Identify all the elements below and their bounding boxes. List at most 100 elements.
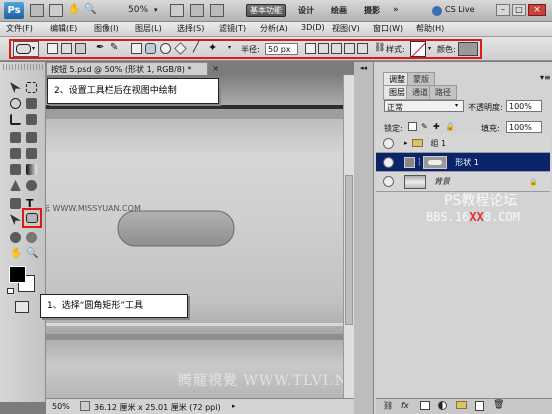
lasso-tool-icon[interactable]: [10, 98, 21, 109]
cs-live-icon[interactable]: [432, 6, 442, 16]
mini-bridge-icon[interactable]: [49, 4, 63, 17]
quick-select-tool-icon[interactable]: [26, 98, 37, 109]
preset-dropdown-icon[interactable]: ▾: [32, 45, 35, 52]
canvas[interactable]: 思缘设计论坛 WWW.MISSYUAN.COM 腾龍視覺 WWW.TLVI.NE…: [46, 75, 343, 398]
eyedropper-tool-icon[interactable]: [26, 114, 37, 125]
line-shape-icon[interactable]: ╱: [193, 42, 199, 53]
add-to-shape-icon[interactable]: [318, 43, 329, 54]
fill-pixels-icon[interactable]: [75, 43, 86, 54]
status-nav-icon[interactable]: [80, 401, 90, 411]
rounded-rectangle-shape-icon[interactable]: [145, 43, 156, 54]
expand-arrow-icon[interactable]: ▸: [404, 139, 408, 147]
exclude-shape-icon[interactable]: [357, 43, 368, 54]
link-icon[interactable]: ⛓: [374, 43, 385, 53]
fx-icon[interactable]: fx: [401, 401, 409, 410]
brush-tool-icon[interactable]: [26, 132, 37, 143]
workspace-essentials[interactable]: 基本功能: [246, 4, 286, 17]
menu-filter[interactable]: 滤镜(T): [219, 23, 246, 34]
geometry-options-icon[interactable]: ▾: [228, 44, 231, 51]
scrollbar-thumb[interactable]: [345, 175, 353, 325]
bridge-icon[interactable]: [30, 4, 44, 17]
visibility-eye-icon[interactable]: [383, 137, 394, 149]
zoom-dropdown-icon[interactable]: ▾: [154, 6, 158, 14]
vertical-scrollbar[interactable]: [343, 75, 354, 398]
rectangle-shape-icon[interactable]: [131, 43, 142, 54]
history-brush-tool-icon[interactable]: [26, 148, 37, 159]
color-swatch[interactable]: [458, 42, 478, 56]
hand-tool-icon[interactable]: ✋: [10, 248, 22, 259]
zoom-icon[interactable]: 🔍: [84, 4, 96, 17]
zoom-level[interactable]: 50%: [128, 5, 148, 15]
more-workspaces-icon[interactable]: »: [393, 5, 399, 15]
marquee-tool-icon[interactable]: [26, 82, 37, 93]
screen-mode-icon[interactable]: [210, 4, 224, 17]
menu-layer[interactable]: 图层(L): [135, 23, 162, 34]
dodge-tool-icon[interactable]: [26, 180, 37, 191]
workspace-design[interactable]: 设计: [298, 5, 314, 16]
subtract-shape-icon[interactable]: [331, 43, 342, 54]
healing-brush-tool-icon[interactable]: [10, 132, 21, 143]
hand-icon[interactable]: ✋: [68, 4, 80, 17]
clone-stamp-tool-icon[interactable]: [10, 148, 21, 159]
quick-mask-icon[interactable]: [15, 301, 29, 313]
crop-tool-icon[interactable]: [10, 114, 21, 125]
delete-layer-icon[interactable]: 🗑: [493, 400, 504, 410]
fill-input[interactable]: 100%: [506, 121, 542, 133]
maximize-button[interactable]: □: [512, 4, 526, 16]
opacity-input[interactable]: 100%: [506, 100, 542, 112]
minimize-button[interactable]: –: [496, 4, 510, 16]
menu-analysis[interactable]: 分析(A): [260, 23, 288, 34]
new-layer-icon[interactable]: [475, 401, 484, 411]
cs-live-label[interactable]: CS Live: [445, 5, 475, 14]
layer-row-shape[interactable]: ┆ 形状 1: [376, 153, 550, 172]
menu-help[interactable]: 帮助(H): [416, 23, 444, 34]
shape-layers-icon[interactable]: [47, 43, 58, 54]
zoom-tool-icon[interactable]: 🔍: [26, 248, 38, 259]
new-shape-layer-icon[interactable]: [305, 43, 316, 54]
style-swatch[interactable]: [410, 41, 426, 57]
visibility-eye-icon[interactable]: [383, 156, 394, 168]
lock-all-icon[interactable]: 🔒: [445, 122, 455, 131]
new-group-icon[interactable]: [456, 401, 467, 409]
visibility-eye-icon[interactable]: [383, 176, 394, 187]
document-tab[interactable]: 按钮 5.psd @ 50% (形状 1, RGB/8) * ×: [46, 62, 219, 75]
3d-orbit-tool-icon[interactable]: [26, 232, 37, 243]
menu-window[interactable]: 窗口(W): [373, 23, 403, 34]
pen-tool-icon[interactable]: ✒: [96, 42, 104, 53]
menu-image[interactable]: 图像(I): [94, 23, 119, 34]
menu-file[interactable]: 文件(F): [6, 23, 33, 34]
menu-3d[interactable]: 3D(D): [301, 23, 325, 32]
layer-row-background[interactable]: 背景 🔒: [376, 172, 550, 192]
intersect-shape-icon[interactable]: [344, 43, 355, 54]
menu-edit[interactable]: 编辑(E): [50, 23, 77, 34]
status-zoom[interactable]: 50%: [52, 402, 70, 411]
toolbox-grip[interactable]: [3, 64, 43, 70]
panel-menu-icon[interactable]: ▾≡: [540, 73, 551, 82]
lock-image-icon[interactable]: ✎: [421, 122, 428, 131]
3d-rotate-tool-icon[interactable]: [10, 232, 21, 243]
lock-transparent-icon[interactable]: [408, 122, 417, 131]
blend-mode-select[interactable]: 正常: [384, 100, 464, 112]
default-colors-icon[interactable]: [7, 288, 14, 294]
radius-input[interactable]: 50 px: [265, 43, 298, 55]
menu-select[interactable]: 选择(S): [177, 23, 204, 34]
tab-paths[interactable]: 路径: [429, 85, 457, 100]
panel-collapse-icon[interactable]: ◂◂: [360, 64, 367, 72]
workspace-painting[interactable]: 绘画: [331, 5, 347, 16]
frame-icon[interactable]: [170, 4, 184, 17]
add-mask-icon[interactable]: [420, 401, 430, 410]
tab-close-icon[interactable]: ×: [212, 64, 219, 73]
status-menu-icon[interactable]: ▸: [232, 402, 236, 410]
workspace-photography[interactable]: 摄影: [364, 5, 380, 16]
pen-tool-icon-box[interactable]: [10, 198, 21, 209]
link-layers-icon[interactable]: ⛓: [383, 401, 393, 410]
eraser-tool-icon[interactable]: [10, 164, 21, 175]
rounded-rectangle-tool-icon[interactable]: [26, 213, 38, 223]
blend-mode-dropdown-icon[interactable]: ▾: [455, 102, 458, 109]
freeform-pen-icon[interactable]: ✎: [110, 42, 118, 53]
menu-view[interactable]: 视图(V): [332, 23, 360, 34]
custom-shape-icon[interactable]: ✦: [208, 41, 217, 54]
foreground-color-swatch[interactable]: [9, 266, 26, 283]
ellipse-shape-icon[interactable]: [160, 43, 171, 54]
style-dropdown-icon[interactable]: ▾: [428, 45, 431, 52]
